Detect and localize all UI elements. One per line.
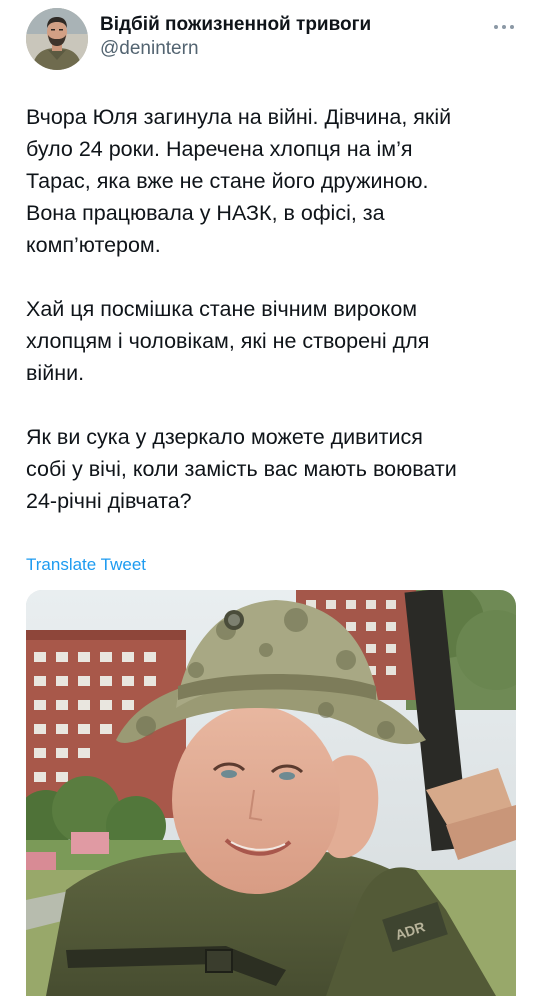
author-block: Відбій пожизненной тривоги @denintern bbox=[100, 14, 371, 61]
tweet-paragraph-2: Хай ця посмішка стане вічним вироком хло… bbox=[26, 297, 430, 385]
photo-image: ADR bbox=[26, 590, 516, 996]
author-name[interactable]: Відбій пожизненной тривоги bbox=[100, 14, 371, 36]
author-avatar[interactable] bbox=[26, 8, 88, 70]
translate-tweet-link[interactable]: Translate Tweet bbox=[26, 554, 146, 576]
tweet-photo[interactable]: ADR bbox=[26, 590, 516, 996]
tweet-paragraph-3: Як ви сука у дзеркало можете дивитися со… bbox=[26, 425, 457, 513]
tweet-header: Відбій пожизненной тривоги @denintern bbox=[26, 8, 516, 70]
tweet-paragraph-1: Вчора Юля загинула на війні. Дівчина, як… bbox=[26, 105, 452, 257]
tweet: Відбій пожизненной тривоги @denintern Вч… bbox=[0, 0, 541, 1000]
tweet-text: Вчора Юля загинула на війні. Дівчина, як… bbox=[26, 101, 516, 549]
avatar-image bbox=[26, 8, 88, 70]
more-options-icon[interactable] bbox=[492, 18, 516, 29]
author-handle[interactable]: @denintern bbox=[100, 37, 371, 61]
